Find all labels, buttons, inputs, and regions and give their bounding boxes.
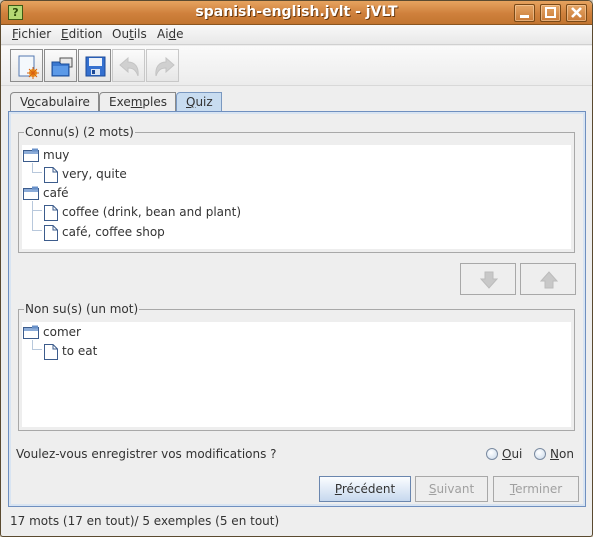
previous-button[interactable]: Précédent	[319, 476, 411, 502]
unknown-words-group: Non su(s) (un mot) comer to eat	[18, 302, 575, 431]
tree-line	[32, 349, 42, 350]
document-icon	[44, 167, 58, 183]
undo-button[interactable]	[112, 49, 145, 82]
known-words-title: Connu(s) (2 mots)	[24, 125, 135, 139]
arrow-up-icon	[539, 271, 559, 289]
tab-exemples[interactable]: Exemples	[99, 92, 176, 111]
save-floppy-icon	[85, 56, 106, 77]
radio-circle[interactable]	[534, 448, 546, 460]
save-file-button[interactable]	[78, 49, 111, 82]
window-title: spanish-english.jvlt - jVLT	[195, 4, 398, 20]
close-button[interactable]	[566, 4, 587, 22]
minimize-icon	[520, 15, 529, 18]
close-icon	[571, 7, 582, 18]
known-words-tree[interactable]: muy very, quite café coffee (drink, bean…	[22, 145, 571, 249]
document-icon	[44, 225, 58, 241]
next-button[interactable]: Suivant	[415, 476, 488, 502]
menu-fichier[interactable]: Fichier	[12, 27, 51, 41]
open-folder-icon	[51, 57, 73, 77]
unknown-words-tree[interactable]: comer to eat	[22, 322, 571, 427]
toolbar	[1, 46, 592, 86]
new-document-icon	[18, 55, 39, 79]
folder-icon	[23, 186, 39, 200]
app-window: ? spanish-english.jvlt - jVLT Fichier Ed…	[0, 0, 593, 537]
minimize-button[interactable]	[514, 4, 535, 22]
tree-line	[32, 210, 42, 211]
menu-aide[interactable]: Aide	[157, 27, 184, 41]
arrow-down-icon	[479, 271, 499, 289]
redo-button[interactable]	[146, 49, 179, 82]
redo-arrow-icon	[155, 56, 175, 77]
document-icon	[44, 344, 58, 360]
move-down-button[interactable]	[460, 263, 516, 295]
menu-edition[interactable]: Edition	[61, 27, 103, 41]
known-words-group: Connu(s) (2 mots) muy very, quite café c…	[18, 125, 575, 253]
document-icon	[44, 205, 58, 221]
move-up-button[interactable]	[520, 263, 576, 295]
new-file-button[interactable]	[10, 49, 43, 82]
tree-line	[32, 201, 33, 230]
finish-button[interactable]: Terminer	[493, 476, 579, 502]
tab-quiz[interactable]: Quiz	[176, 92, 222, 112]
status-bar: 17 mots (17 en tout)/ 5 exemples (5 en t…	[10, 514, 280, 528]
folder-icon	[23, 148, 39, 162]
tab-vocabulaire[interactable]: Vocabulaire	[10, 92, 99, 111]
unknown-words-title: Non su(s) (un mot)	[24, 302, 140, 316]
menu-bar: Fichier Edition Outils Aide	[1, 25, 592, 45]
folder-icon	[23, 325, 39, 339]
undo-arrow-icon	[119, 56, 139, 77]
maximize-icon	[545, 7, 556, 18]
radio-circle[interactable]	[486, 448, 498, 460]
save-question: Voulez-vous enregistrer vos modification…	[16, 447, 277, 461]
maximize-button[interactable]	[540, 4, 561, 22]
tree-line	[32, 172, 42, 173]
tree-line	[32, 230, 42, 231]
menu-outils[interactable]: Outils	[112, 27, 147, 41]
open-file-button[interactable]	[44, 49, 77, 82]
title-bar[interactable]: ? spanish-english.jvlt - jVLT	[1, 1, 592, 25]
